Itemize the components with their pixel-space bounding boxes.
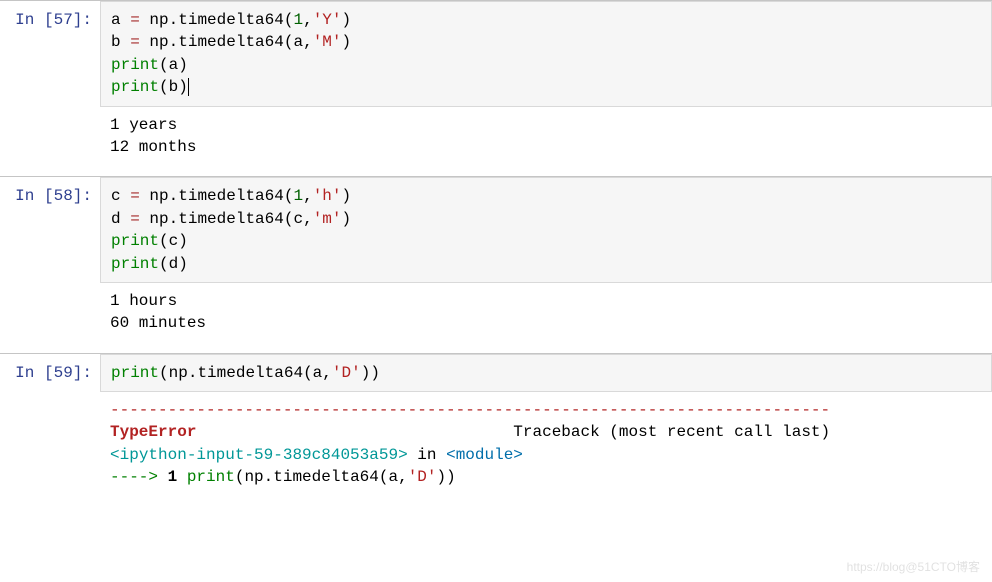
- in-prompt-57: In [57]:: [0, 1, 100, 107]
- stdout-58: 1 hours 60 minutes: [100, 283, 992, 353]
- out-gutter-57: [0, 107, 100, 177]
- out-gutter-59: [0, 392, 100, 507]
- cell-59: In [59]: print(np.timedelta64(a,'D')) --…: [0, 353, 992, 507]
- error-output-59: ----------------------------------------…: [100, 392, 992, 507]
- code-input-58[interactable]: c = np.timedelta64(1,'h') d = np.timedel…: [100, 177, 992, 283]
- in-prompt-58: In [58]:: [0, 177, 100, 283]
- text-cursor: [188, 78, 189, 96]
- error-separator: ----------------------------------------…: [110, 401, 830, 419]
- error-line-number: 1: [168, 468, 187, 486]
- cell-58: In [58]: c = np.timedelta64(1,'h') d = n…: [0, 176, 992, 352]
- input-location: <ipython-input-59-389c84053a59>: [110, 446, 408, 464]
- prompt-number: [58]:: [44, 187, 92, 205]
- prompt-label: In: [15, 187, 44, 205]
- prompt-label: In: [15, 364, 44, 382]
- code-input-57[interactable]: a = np.timedelta64(1,'Y') b = np.timedel…: [100, 1, 992, 107]
- cell-57: In [57]: a = np.timedelta64(1,'Y') b = n…: [0, 0, 992, 176]
- error-type: TypeError: [110, 423, 196, 441]
- error-arrow: ---->: [110, 468, 168, 486]
- out-gutter-58: [0, 283, 100, 353]
- in-prompt-59: In [59]:: [0, 354, 100, 392]
- prompt-label: In: [15, 11, 44, 29]
- stdout-57: 1 years 12 months: [100, 107, 992, 177]
- prompt-number: [59]:: [44, 364, 92, 382]
- prompt-number: [57]:: [44, 11, 92, 29]
- watermark: https://blog@51CTO博客: [847, 559, 980, 576]
- traceback-label: Traceback (most recent call last): [513, 423, 830, 441]
- code-input-59[interactable]: print(np.timedelta64(a,'D')): [100, 354, 992, 392]
- module-token: <module>: [446, 446, 523, 464]
